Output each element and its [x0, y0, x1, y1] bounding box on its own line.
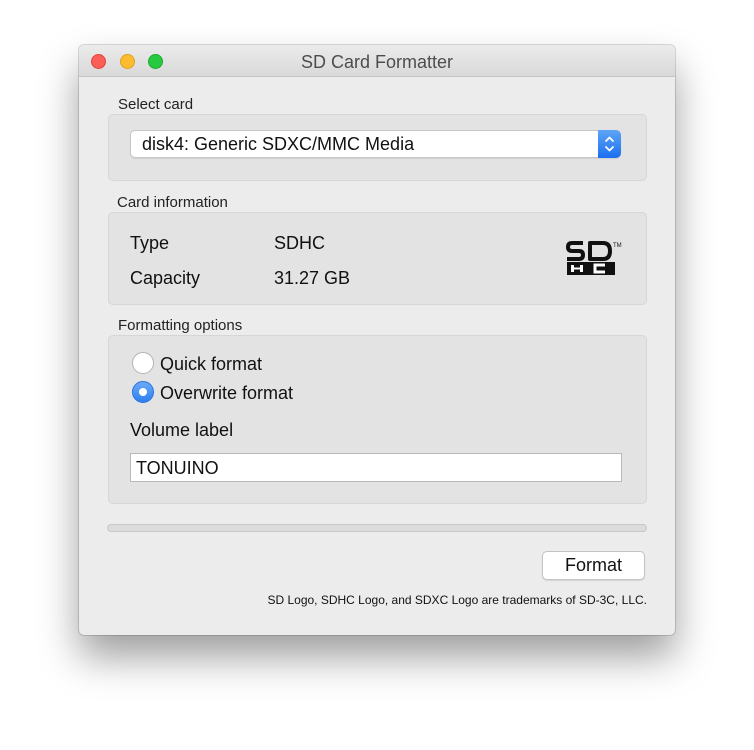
- volume-label-input[interactable]: TONUINO: [130, 453, 622, 482]
- card-select-value: disk4: Generic SDXC/MMC Media: [142, 134, 415, 154]
- quick-format-radio[interactable]: [132, 352, 154, 374]
- formatting-options-label: Formatting options: [118, 317, 243, 334]
- volume-label-value: TONUINO: [136, 458, 219, 478]
- radio-selected-dot: [139, 388, 147, 396]
- type-value: SDHC: [274, 233, 326, 253]
- window-title: SD Card Formatter: [300, 52, 454, 72]
- svg-text:TM: TM: [613, 243, 622, 249]
- title-bar: SD Card Formatter: [79, 45, 675, 77]
- select-card-label: Select card: [118, 96, 194, 113]
- card-information-label: Card information: [117, 194, 228, 211]
- dropdown-stepper-icon[interactable]: [598, 130, 621, 158]
- overwrite-format-label[interactable]: Overwrite format: [160, 383, 293, 404]
- sdhc-logo-icon: TM: [565, 240, 623, 278]
- capacity-value: 31.27 GB: [274, 268, 351, 288]
- quick-format-label[interactable]: Quick format: [160, 354, 262, 375]
- trademark-notice: SD Logo, SDHC Logo, and SDXC Logo are tr…: [267, 593, 647, 607]
- overwrite-format-radio[interactable]: [132, 381, 154, 403]
- volume-label-title: Volume label: [130, 420, 234, 440]
- type-label: Type: [130, 233, 170, 253]
- card-select-dropdown[interactable]: disk4: Generic SDXC/MMC Media: [130, 130, 621, 158]
- format-button[interactable]: Format: [542, 551, 645, 580]
- format-progress-bar: [107, 524, 647, 532]
- capacity-label: Capacity: [130, 268, 201, 288]
